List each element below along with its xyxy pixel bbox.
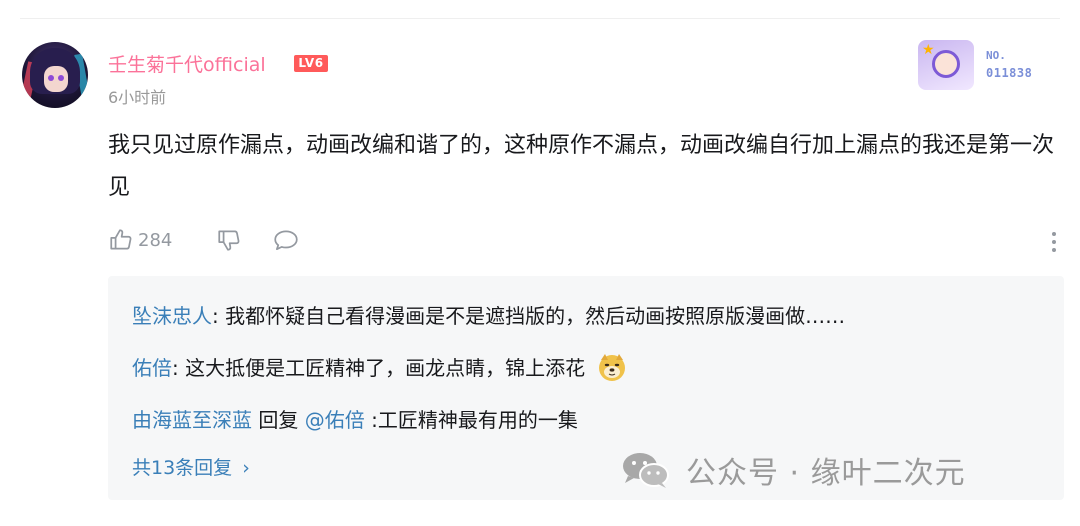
username[interactable]: 壬生菊千代official [108,50,266,77]
watermark: 公众号 · 缘叶二次元 [620,448,966,492]
like-count: 284 [138,229,173,251]
fan-badge-character-icon: ★ [918,40,974,90]
reply-word: 回复 [252,408,305,432]
fan-badge-label: NO. [986,49,1006,62]
dislike-button[interactable] [216,227,272,253]
timestamp: 6小时前 [108,88,167,107]
reply-item: 由海蓝至深蓝 回复 @佑倍 :工匠精神最有用的一集 [132,404,578,433]
reply-mention[interactable]: @佑倍 [305,408,365,432]
comment-text: 我只见过原作漏点，动画改编和谐了的，这种原作不漏点，动画改编自行加上漏点的我还是… [108,133,1055,200]
comment-thread: 壬生菊千代official LV6 6小时前 ★ NO. 011838 我只见过… [0,0,1080,526]
divider [20,18,1060,19]
reply-separator: : [172,356,186,380]
wechat-icon [623,453,669,488]
doge-emoji-icon [599,354,626,381]
fan-badge[interactable]: ★ NO. 011838 [918,40,1046,90]
fan-badge-number: 011838 [986,66,1033,80]
view-all-replies-link[interactable]: 共13条回复 › [132,453,250,480]
thumbs-down-icon [218,230,240,251]
watermark-text: 公众号 · 缘叶二次元 [686,456,966,491]
reply-bubble-icon [274,230,298,251]
reply-separator: : [364,408,378,432]
reply-text: 这大抵便是工匠精神了，画龙点睛，锦上添花 [185,356,586,380]
reply-separator: : [212,304,226,328]
reply-author[interactable]: 由海蓝至深蓝 [132,408,252,432]
like-button[interactable]: 284 [108,227,216,253]
reply-author[interactable]: 坠沫忠人 [132,304,212,328]
reply-item: 坠沫忠人: 我都怀疑自己看得漫画是不是遮挡版的，然后动画按照原版漫画做…… [132,300,845,329]
chevron-right-icon: › [242,457,250,479]
reply-button[interactable] [272,227,300,253]
reply-text: 工匠精神最有用的一集 [377,408,578,432]
reply-author[interactable]: 佑倍 [132,356,172,380]
level-badge: LV6 [294,55,328,72]
comment-actions: 284 [108,226,300,254]
avatar[interactable] [22,42,88,108]
more-dots-icon[interactable] [1044,228,1064,256]
thumbs-up-icon [110,229,132,250]
reply-item: 佑倍: 这大抵便是工匠精神了，画龙点睛，锦上添花 [132,352,627,382]
reply-text: 我都怀疑自己看得漫画是不是遮挡版的，然后动画按照原版漫画做…… [225,304,846,328]
total-replies-label: 共13条回复 [132,457,233,479]
